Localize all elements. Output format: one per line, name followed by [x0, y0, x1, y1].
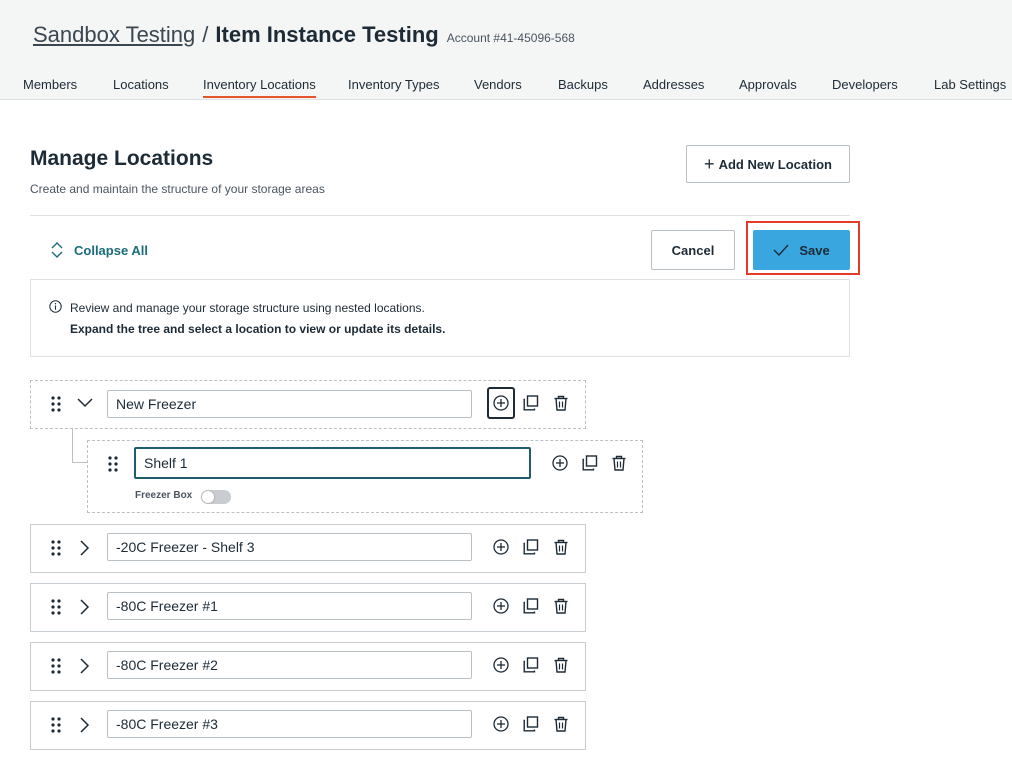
info-text-line1: Review and manage your storage structure…: [70, 301, 425, 315]
location-name-input[interactable]: [107, 710, 472, 738]
add-child-button[interactable]: [491, 655, 511, 675]
drag-handle-icon[interactable]: [51, 540, 61, 556]
checkmark-icon: [773, 244, 789, 256]
drag-handle-icon[interactable]: [51, 717, 61, 733]
trash-icon: [554, 716, 568, 732]
plus-circle-icon: [493, 598, 509, 614]
copy-icon: [582, 455, 598, 471]
page-context-title: Item Instance Testing: [215, 22, 439, 47]
freezer-box-label: Freezer Box: [135, 490, 193, 501]
plus-circle-icon: [493, 539, 509, 555]
delete-button[interactable]: [551, 714, 571, 734]
tab-developers[interactable]: Developers: [832, 77, 898, 92]
toggle-knob: [202, 491, 214, 503]
location-name-input[interactable]: [107, 390, 472, 418]
plus-circle-icon: [493, 716, 509, 732]
add-child-button[interactable]: [491, 537, 511, 557]
copy-icon: [523, 395, 539, 411]
page-subtitle: Create and maintain the structure of you…: [30, 182, 325, 196]
duplicate-button[interactable]: [521, 393, 541, 413]
drag-handle-icon[interactable]: [108, 456, 118, 472]
add-child-button[interactable]: [491, 714, 511, 734]
breadcrumb-parent-link[interactable]: Sandbox Testing: [33, 22, 195, 48]
duplicate-button[interactable]: [521, 596, 541, 616]
plus-circle-icon: [552, 455, 568, 471]
breadcrumb-separator: /: [202, 22, 209, 47]
tab-lab-settings[interactable]: Lab Settings: [934, 77, 1006, 92]
chevron-right-icon[interactable]: [80, 658, 90, 674]
trash-icon: [554, 539, 568, 555]
location-row: [30, 380, 586, 429]
info-icon: [49, 300, 62, 313]
info-text-line2: Expand the tree and select a location to…: [70, 322, 446, 336]
account-number: Account #41-45096-568: [446, 31, 575, 45]
chevron-right-icon[interactable]: [80, 599, 90, 615]
save-button[interactable]: Save: [753, 230, 850, 270]
page-title: Manage Locations: [30, 147, 214, 170]
delete-button[interactable]: [551, 596, 571, 616]
duplicate-button[interactable]: [521, 714, 541, 734]
add-child-button[interactable]: [487, 387, 515, 419]
copy-icon: [523, 598, 539, 614]
add-new-location-label: Add New Location: [718, 156, 832, 172]
duplicate-button[interactable]: [580, 453, 600, 473]
location-row: [30, 524, 586, 573]
collapse-all-button[interactable]: Collapse All: [50, 240, 148, 260]
tab-inventory-locations[interactable]: Inventory Locations: [203, 77, 316, 98]
cancel-button[interactable]: Cancel: [651, 230, 735, 270]
drag-handle-icon[interactable]: [51, 658, 61, 674]
plus-circle-icon: [493, 395, 509, 411]
drag-handle-icon[interactable]: [51, 599, 61, 615]
tab-addresses[interactable]: Addresses: [643, 77, 704, 92]
location-row: [30, 583, 586, 632]
save-label: Save: [799, 242, 830, 258]
tree-connector: [72, 428, 88, 463]
location-name-input[interactable]: [107, 651, 472, 679]
breadcrumb: Sandbox Testing / Item Instance Testing …: [33, 22, 575, 48]
tab-backups[interactable]: Backups: [558, 77, 608, 92]
chevron-right-icon[interactable]: [80, 540, 90, 556]
add-child-button[interactable]: [491, 596, 511, 616]
account-header: Sandbox Testing / Item Instance Testing …: [0, 0, 1012, 100]
trash-icon: [554, 657, 568, 673]
copy-icon: [523, 657, 539, 673]
add-child-button[interactable]: [550, 453, 570, 473]
location-name-input[interactable]: [107, 533, 472, 561]
delete-button[interactable]: [551, 655, 571, 675]
collapse-all-label: Collapse All: [74, 242, 148, 258]
tab-vendors[interactable]: Vendors: [474, 77, 522, 92]
drag-handle-icon[interactable]: [51, 396, 61, 412]
location-row: [30, 642, 586, 691]
trash-icon: [554, 598, 568, 614]
child-location-name-input[interactable]: [134, 447, 531, 479]
location-name-input[interactable]: [107, 592, 472, 620]
plus-circle-icon: [493, 657, 509, 673]
delete-button[interactable]: [609, 453, 629, 473]
location-row: [30, 701, 586, 750]
tab-locations[interactable]: Locations: [113, 77, 169, 92]
chevron-down-icon[interactable]: [77, 398, 93, 408]
freezer-box-toggle[interactable]: [201, 490, 231, 504]
tab-inventory-types[interactable]: Inventory Types: [348, 77, 440, 92]
copy-icon: [523, 716, 539, 732]
chevron-right-icon[interactable]: [80, 717, 90, 733]
add-new-location-button[interactable]: + Add New Location: [686, 145, 850, 183]
delete-button[interactable]: [551, 393, 571, 413]
delete-button[interactable]: [551, 537, 571, 557]
section-divider: [30, 215, 850, 216]
copy-icon: [523, 539, 539, 555]
tab-approvals[interactable]: Approvals: [739, 77, 797, 92]
trash-icon: [554, 395, 568, 411]
tab-members[interactable]: Members: [23, 77, 77, 92]
duplicate-button[interactable]: [521, 655, 541, 675]
settings-tabs: Members Locations Inventory Locations In…: [0, 77, 1012, 99]
duplicate-button[interactable]: [521, 537, 541, 557]
plus-icon: +: [704, 153, 715, 174]
collapse-chevrons-icon: [51, 242, 63, 258]
info-panel: Review and manage your storage structure…: [30, 279, 850, 357]
trash-icon: [612, 455, 626, 471]
child-location-row: [87, 440, 643, 513]
